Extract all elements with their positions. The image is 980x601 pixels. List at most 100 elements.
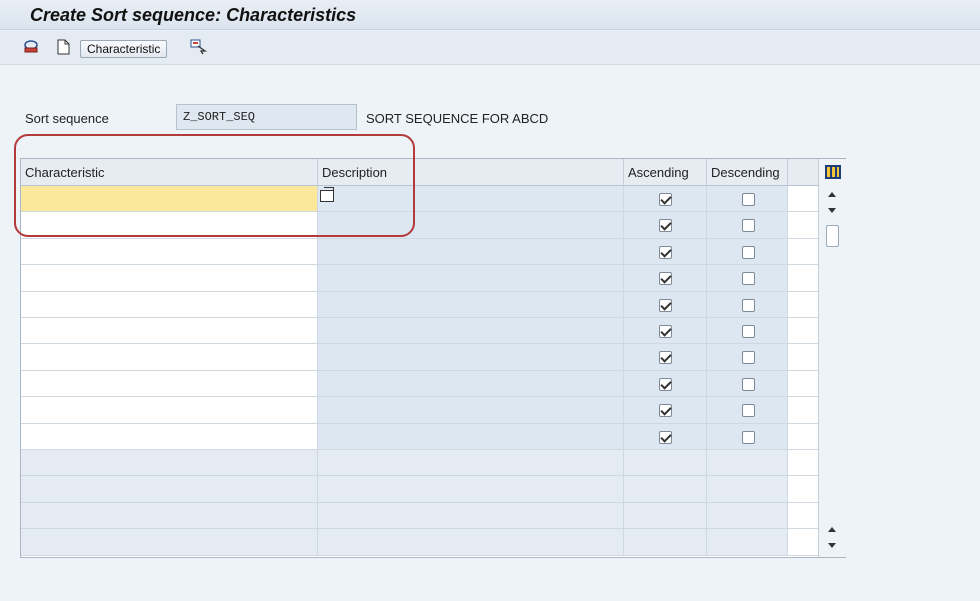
scroll-page-down-icon[interactable]	[828, 543, 836, 548]
table-row	[21, 529, 818, 556]
empty-cell	[624, 476, 707, 502]
descending-checkbox[interactable]	[742, 404, 755, 418]
ascending-checkbox[interactable]	[659, 404, 672, 418]
descending-cell	[707, 265, 788, 291]
ascending-checkbox[interactable]	[659, 245, 672, 259]
empty-cell	[318, 476, 624, 502]
descending-cell	[707, 370, 788, 397]
table-settings-icon[interactable]	[825, 165, 841, 179]
descending-checkbox[interactable]	[742, 272, 755, 286]
ascending-checkbox[interactable]	[659, 430, 672, 444]
empty-cell	[318, 529, 624, 555]
ascending-checkbox[interactable]	[659, 298, 672, 312]
ascending-cell	[624, 291, 707, 317]
descending-cell	[707, 423, 788, 449]
ascending-cell	[624, 186, 707, 212]
ascending-checkbox[interactable]	[659, 219, 672, 233]
empty-cell	[624, 450, 707, 476]
vertical-scrollbar[interactable]	[818, 159, 846, 557]
empty-cell	[318, 502, 624, 529]
ascending-checkbox[interactable]	[659, 351, 672, 365]
scroll-up-icon[interactable]	[828, 192, 836, 197]
table-row	[21, 476, 818, 503]
descending-checkbox[interactable]	[742, 377, 755, 391]
characteristic-cell[interactable]	[21, 397, 318, 423]
table-row	[21, 238, 818, 266]
table-row	[21, 344, 818, 371]
column-header-characteristic[interactable]: Characteristic	[21, 159, 318, 186]
description-cell	[318, 238, 624, 265]
table-row	[21, 318, 818, 345]
scrollbar-thumb[interactable]	[826, 225, 839, 247]
value-help-icon[interactable]	[320, 187, 334, 202]
ascending-cell	[624, 397, 707, 423]
empty-cell	[707, 529, 788, 555]
ascending-cell	[624, 265, 707, 291]
new-document-icon[interactable]	[54, 39, 72, 55]
sort-sequence-field[interactable]: Z_SORT_SEQ	[176, 104, 357, 130]
empty-cell	[318, 450, 624, 476]
select-icon[interactable]	[190, 39, 208, 55]
description-cell	[318, 265, 624, 291]
toolbar: Characteristic	[0, 31, 980, 65]
characteristic-cell[interactable]	[21, 318, 318, 344]
ascending-cell	[624, 344, 707, 370]
characteristic-button[interactable]: Characteristic	[80, 40, 168, 58]
sort-sequence-label: Sort sequence	[25, 111, 109, 126]
characteristic-cell[interactable]	[21, 370, 318, 397]
ascending-cell	[624, 370, 707, 397]
characteristics-table: Characteristic Description Ascending Des…	[20, 158, 846, 558]
descending-cell	[707, 291, 788, 317]
table-row	[21, 186, 818, 213]
descending-cell	[707, 186, 788, 212]
descending-checkbox[interactable]	[742, 245, 755, 259]
display-icon[interactable]	[22, 39, 40, 55]
characteristic-cell[interactable]	[21, 186, 318, 212]
scroll-down-icon[interactable]	[828, 208, 836, 213]
empty-cell	[624, 502, 707, 529]
empty-cell	[21, 502, 318, 529]
table-header: Characteristic Description Ascending Des…	[21, 159, 818, 186]
table-row	[21, 502, 818, 530]
description-cell	[318, 212, 624, 238]
descending-checkbox[interactable]	[742, 219, 755, 233]
table-row	[21, 397, 818, 424]
table-row	[21, 450, 818, 477]
ascending-checkbox[interactable]	[659, 377, 672, 391]
description-cell	[318, 291, 624, 317]
ascending-cell	[624, 423, 707, 449]
characteristic-cell[interactable]	[21, 238, 318, 265]
scroll-page-up-icon[interactable]	[828, 527, 836, 532]
column-header-descending[interactable]: Descending	[707, 159, 788, 186]
description-cell	[318, 370, 624, 397]
title-bar: Create Sort sequence: Characteristics	[0, 0, 980, 30]
descending-checkbox[interactable]	[742, 193, 755, 206]
ascending-cell	[624, 318, 707, 344]
characteristic-cell[interactable]	[21, 265, 318, 291]
ascending-checkbox[interactable]	[659, 325, 672, 338]
descending-checkbox[interactable]	[742, 351, 755, 365]
descending-checkbox[interactable]	[742, 298, 755, 312]
ascending-checkbox[interactable]	[659, 272, 672, 286]
description-cell	[318, 318, 624, 344]
characteristic-cell[interactable]	[21, 212, 318, 238]
characteristic-cell[interactable]	[21, 423, 318, 449]
table-row	[21, 423, 818, 450]
empty-cell	[21, 476, 318, 502]
table-row	[21, 265, 818, 292]
column-header-ascending[interactable]: Ascending	[624, 159, 707, 186]
ascending-checkbox[interactable]	[659, 193, 672, 206]
descending-cell	[707, 318, 788, 344]
descending-checkbox[interactable]	[742, 430, 755, 444]
descending-checkbox[interactable]	[742, 325, 755, 338]
empty-cell	[21, 450, 318, 476]
description-cell	[318, 423, 624, 449]
table-row	[21, 370, 818, 398]
characteristic-cell[interactable]	[21, 291, 318, 317]
characteristic-cell[interactable]	[21, 344, 318, 370]
table-row	[21, 291, 818, 318]
description-cell	[318, 344, 624, 370]
empty-cell	[624, 529, 707, 555]
column-header-description[interactable]: Description	[318, 159, 624, 186]
descending-cell	[707, 344, 788, 370]
